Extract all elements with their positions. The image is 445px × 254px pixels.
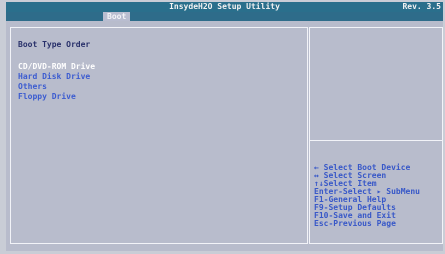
section-title: Boot Type Order <box>18 40 91 49</box>
help-line-esc: Esc-Previous Page <box>314 219 396 228</box>
boot-item-floppy[interactable]: Floppy Drive <box>18 92 76 101</box>
boot-item-hard-disk[interactable]: Hard Disk Drive <box>18 72 90 81</box>
utility-title: InsydeH2O Setup Utility <box>169 2 280 11</box>
tab-bar <box>6 12 443 21</box>
help-divider <box>310 140 442 141</box>
boot-item-others[interactable]: Others <box>18 82 47 91</box>
tab-boot[interactable]: Boot <box>103 12 131 21</box>
help-pane: ← Select Boot Device ↔ Select Screen ↑↓S… <box>309 27 443 244</box>
boot-order-pane: Boot Type Order CD/DVD-ROM Drive Hard Di… <box>10 27 308 244</box>
key-help-list: ← Select Boot Device ↔ Select Screen ↑↓S… <box>314 164 443 228</box>
boot-item-cd-dvd[interactable]: CD/DVD-ROM Drive <box>18 62 95 71</box>
title-bar: InsydeH2O Setup Utility Rev. 3.5 <box>6 2 443 12</box>
bios-screen: InsydeH2O Setup Utility Rev. 3.5 Boot Bo… <box>6 2 443 251</box>
revision-label: Rev. 3.5 <box>402 2 441 11</box>
